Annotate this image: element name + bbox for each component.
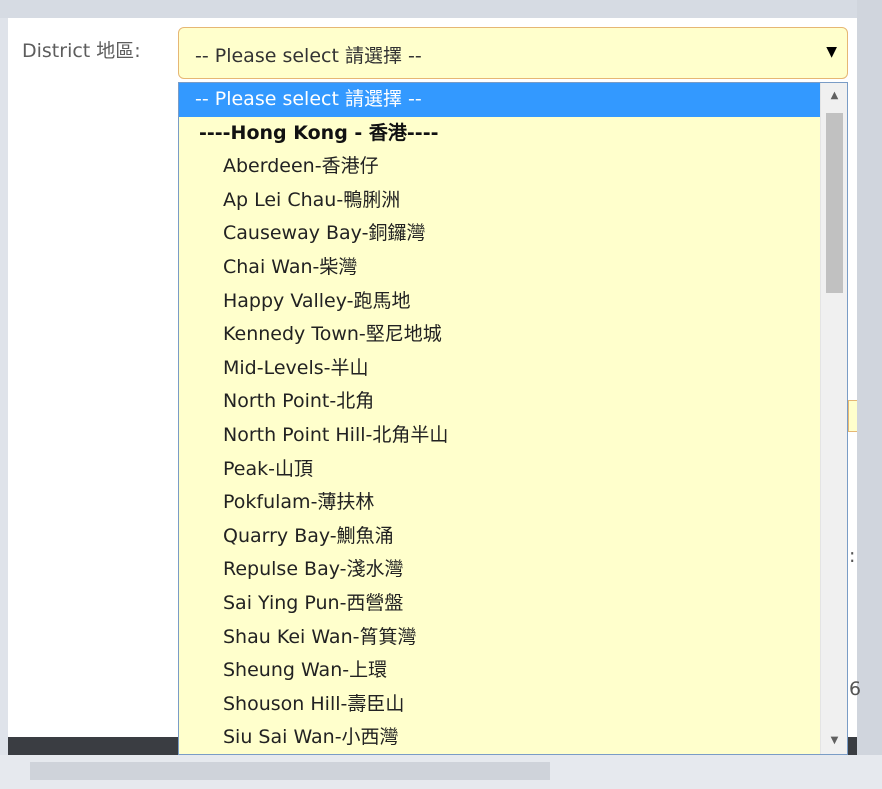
district-dropdown-list[interactable]: -- Please select 請選擇 -- ----Hong Kong - 香… bbox=[178, 82, 848, 755]
dropdown-option[interactable]: Happy Valley-跑馬地 bbox=[179, 285, 820, 319]
dropdown-option[interactable]: Causeway Bay-銅鑼灣 bbox=[179, 217, 820, 251]
dropdown-option[interactable]: North Point Hill-北角半山 bbox=[179, 419, 820, 453]
dropdown-option[interactable]: Mid-Levels-半山 bbox=[179, 352, 820, 386]
scroll-down-arrow-icon[interactable]: ▼ bbox=[821, 730, 847, 752]
dropdown-option[interactable]: Repulse Bay-淺水灣 bbox=[179, 553, 820, 587]
scroll-up-arrow-icon[interactable]: ▲ bbox=[821, 85, 847, 107]
background-band-right bbox=[857, 0, 882, 789]
dropdown-option[interactable]: Pokfulam-薄扶林 bbox=[179, 486, 820, 520]
dropdown-caret-icon[interactable]: ▼ bbox=[826, 44, 837, 60]
scrollbar-thumb[interactable] bbox=[826, 113, 843, 293]
district-select-value: -- Please select 請選擇 -- bbox=[195, 45, 422, 67]
dropdown-option[interactable]: Aberdeen-香港仔 bbox=[179, 150, 820, 184]
option-group-header[interactable]: ----Hong Kong - 香港---- bbox=[179, 117, 820, 151]
district-select[interactable]: -- Please select 請選擇 -- ▼ bbox=[178, 27, 848, 79]
dropdown-option[interactable]: Siu Sai Wan-小西灣 bbox=[179, 721, 820, 754]
dropdown-option[interactable]: Quarry Bay-鰂魚涌 bbox=[179, 520, 820, 554]
dropdown-option[interactable]: Sai Ying Pun-西營盤 bbox=[179, 587, 820, 621]
dropdown-option[interactable]: Shau Kei Wan-筲箕灣 bbox=[179, 621, 820, 655]
dropdown-option[interactable]: North Point-北角 bbox=[179, 385, 820, 419]
clipped-field-edge bbox=[848, 400, 857, 432]
clipped-digit: 6 bbox=[849, 678, 862, 700]
district-label: District 地區: bbox=[22, 40, 141, 62]
dropdown-option[interactable]: Peak-山頂 bbox=[179, 453, 820, 487]
dropdown-option[interactable]: Sheung Wan-上環 bbox=[179, 654, 820, 688]
dropdown-option[interactable]: Chai Wan-柴灣 bbox=[179, 251, 820, 285]
option-placeholder-selected[interactable]: -- Please select 請選擇 -- bbox=[179, 83, 820, 117]
clipped-colon: : bbox=[849, 545, 856, 567]
dropdown-option[interactable]: Shouson Hill-壽臣山 bbox=[179, 688, 820, 722]
background-shade bbox=[30, 762, 550, 780]
background-band-top bbox=[0, 0, 882, 18]
dropdown-option[interactable]: Kennedy Town-堅尼地城 bbox=[179, 318, 820, 352]
dropdown-option[interactable]: Ap Lei Chau-鴨脷洲 bbox=[179, 184, 820, 218]
dropdown-scrollbar[interactable]: ▲ ▼ bbox=[820, 83, 847, 754]
dropdown-options: -- Please select 請選擇 -- ----Hong Kong - 香… bbox=[179, 83, 820, 754]
